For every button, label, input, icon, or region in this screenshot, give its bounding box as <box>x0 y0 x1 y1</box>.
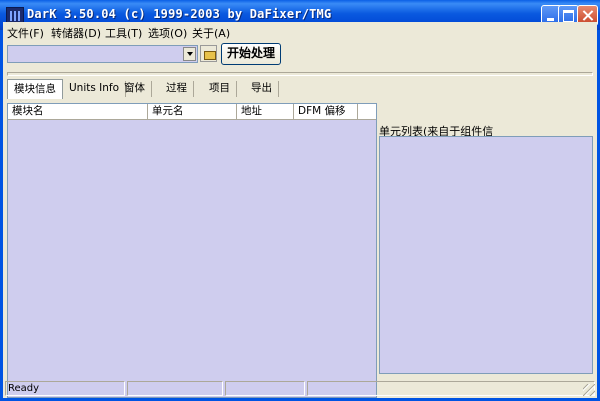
status-bar: Ready <box>3 378 597 398</box>
table-header: 模块名 单元名 地址 DFM 偏移 <box>8 104 376 120</box>
tab-strip: 模块信息 Units Info 窗体 过程 项目 导出 <box>7 79 347 99</box>
tab-forms[interactable]: 窗体 <box>118 81 152 97</box>
menu-options[interactable]: 选项(O) <box>148 25 187 41</box>
column-header-module-name[interactable]: 模块名 <box>8 104 148 119</box>
module-list[interactable]: 模块名 单元名 地址 DFM 偏移 <box>7 103 377 398</box>
menu-tools[interactable]: 工具(T) <box>105 25 142 41</box>
column-header-address[interactable]: 地址 <box>237 104 294 119</box>
tab-procedures[interactable]: 过程 <box>160 81 194 97</box>
tab-module-info[interactable]: 模块信息 <box>7 79 63 99</box>
tab-units-info[interactable]: Units Info <box>63 81 127 97</box>
tab-project[interactable]: 项目 <box>203 81 237 97</box>
menu-file[interactable]: 文件(F) <box>7 25 44 41</box>
column-header-dfm-offset[interactable]: DFM 偏移 <box>294 104 358 119</box>
app-window: DarK 3.50.04 (c) 1999-2003 by DaFixer/TM… <box>0 0 600 401</box>
file-path-combo[interactable] <box>7 45 198 63</box>
status-pane-4 <box>307 381 595 396</box>
status-pane-3 <box>225 381 305 396</box>
menu-bar: 文件(F) 转储器(D) 工具(T) 选项(O) 关于(A) <box>3 22 597 41</box>
progress-bar <box>7 72 593 76</box>
window-title: DarK 3.50.04 (c) 1999-2003 by DaFixer/TM… <box>27 7 332 21</box>
start-processing-button[interactable]: 开始处理 <box>221 43 281 65</box>
column-header-unit-name[interactable]: 单元名 <box>148 104 237 119</box>
client-area: 文件(F) 转储器(D) 工具(T) 选项(O) 关于(A) 开始处理 模块信息… <box>3 22 597 398</box>
menu-about[interactable]: 关于(A) <box>192 25 230 41</box>
status-text: Ready <box>5 381 125 396</box>
menu-dumper[interactable]: 转储器(D) <box>51 25 101 41</box>
resize-grip-icon[interactable] <box>583 384 595 396</box>
status-pane-2 <box>127 381 223 396</box>
tab-exports[interactable]: 导出 <box>245 81 279 97</box>
toolbar: 开始处理 <box>3 42 597 68</box>
unit-list[interactable] <box>379 136 593 374</box>
open-folder-icon[interactable] <box>200 45 217 62</box>
chevron-down-icon[interactable] <box>183 47 196 61</box>
